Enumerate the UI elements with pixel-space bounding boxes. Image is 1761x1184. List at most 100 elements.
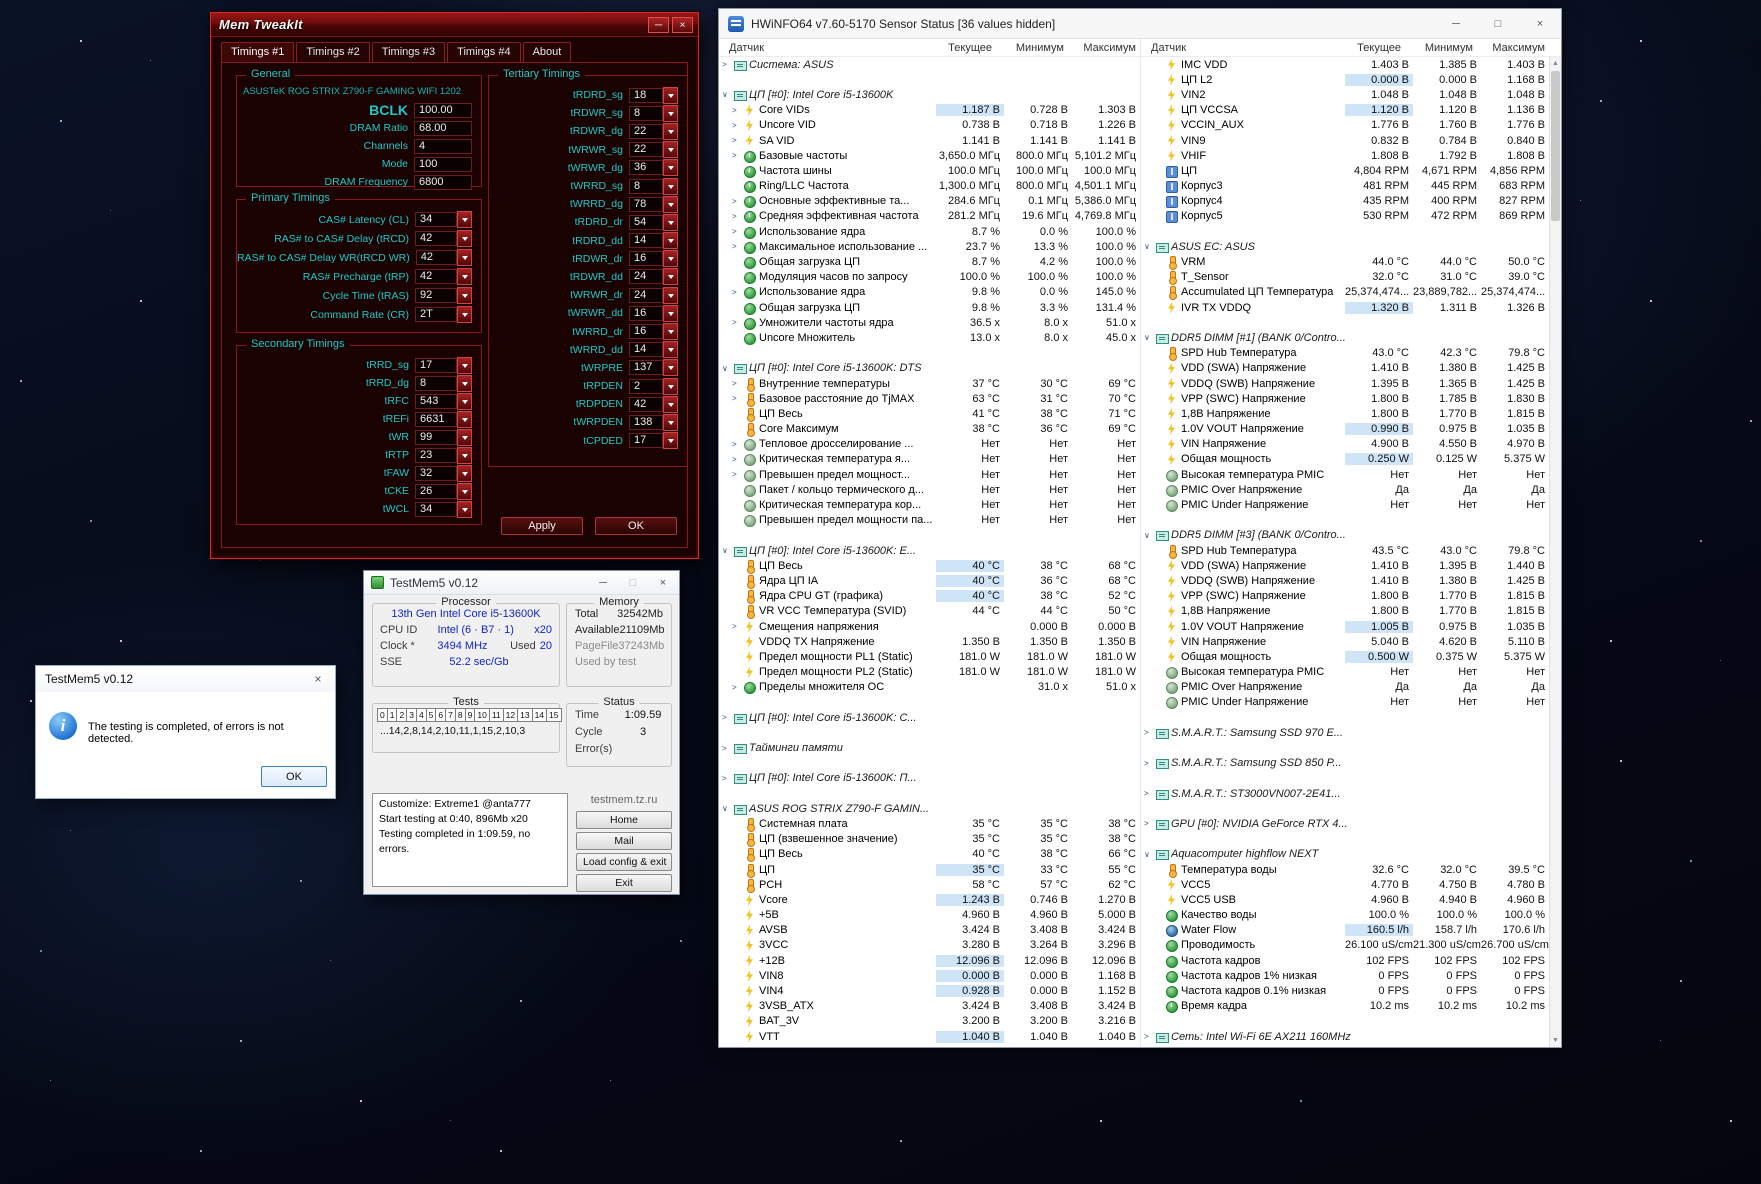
- sensor-row[interactable]: 1.0V VOUT Напряжение 0.990 В 0.975 В 1.035 …: [1141, 422, 1549, 437]
- sensor-row[interactable]: PMIC Over Напряжение Да Да Да: [1141, 680, 1549, 695]
- sensor-row[interactable]: 1,8В Напряжение 1.800 В 1.770 В 1.815 В: [1141, 604, 1549, 619]
- timing-value[interactable]: 26: [415, 483, 457, 499]
- dropdown-arrow-icon[interactable]: [457, 356, 472, 374]
- timing-value[interactable]: 16: [629, 251, 663, 267]
- timing-value[interactable]: 8: [415, 375, 457, 391]
- column-header-sensor[interactable]: Датчик: [1141, 42, 1333, 54]
- sensor-row[interactable]: VIN8 0.000 В 0.000 В 1.168 В: [719, 968, 1140, 983]
- collapse-icon[interactable]: ∨: [722, 90, 733, 99]
- sensor-row[interactable]: IVR TX VDDQ 1.320 В 1.311 В 1.326 В: [1141, 300, 1549, 315]
- sensor-group-row[interactable]: > ЦП [#0]: Intel Core i5-13600K: C...: [719, 710, 1140, 725]
- timing-value[interactable]: 42: [415, 269, 457, 284]
- dropdown-arrow-icon[interactable]: [663, 177, 678, 195]
- sensor-row[interactable]: Пакет / кольцо термического д... Нет Нет Не…: [719, 482, 1140, 497]
- timing-value[interactable]: 8: [629, 178, 663, 194]
- sensor-row[interactable]: Корпус5 530 RPM 472 RPM 869 RPM: [1141, 209, 1549, 224]
- dropdown-arrow-icon[interactable]: [663, 413, 678, 431]
- sensor-row[interactable]: Критическая температура кор... Нет Нет Нет: [719, 497, 1140, 513]
- expand-icon[interactable]: >: [732, 136, 743, 145]
- dropdown-arrow-icon[interactable]: [457, 500, 472, 518]
- sensor-row[interactable]: VDD (SWA) Напряжение 1.410 В 1.395 В 1.440 …: [1141, 558, 1549, 573]
- timing-value[interactable]: 42: [415, 231, 457, 246]
- expand-icon[interactable]: >: [732, 394, 743, 403]
- expand-icon[interactable]: >: [732, 470, 743, 479]
- column-header-minimum[interactable]: Минимум: [1405, 42, 1477, 54]
- test-number-cell[interactable]: 15: [546, 708, 562, 722]
- expand-icon[interactable]: >: [732, 242, 743, 251]
- timing-value[interactable]: 42: [629, 396, 663, 412]
- expand-icon[interactable]: >: [1144, 789, 1155, 798]
- sensor-row[interactable]: > Средняя эффективная частота 281.2 МГц 19.…: [719, 209, 1140, 224]
- timing-value[interactable]: 100: [414, 156, 472, 172]
- sensor-row[interactable]: Превышен предел мощности па... Нет Нет Нет: [719, 513, 1140, 528]
- timing-value[interactable]: 22: [629, 142, 663, 158]
- collapse-icon[interactable]: ∨: [1144, 850, 1155, 859]
- sensor-row[interactable]: ЦП Весь 40 °C 38 °C 68 °C: [719, 558, 1140, 574]
- sensor-row[interactable]: 1.0V VOUT Напряжение 1.005 В 0.975 В 1.035 …: [1141, 619, 1549, 634]
- sensor-row[interactable]: VIN Напряжение 4.900 В 4.550 В 4.970 В: [1141, 437, 1549, 452]
- sensor-group-row[interactable]: > S.M.A.R.T.: Samsung SSD 970 E...: [1141, 725, 1549, 740]
- dropdown-arrow-icon[interactable]: [663, 377, 678, 395]
- test-number-cell[interactable]: 12: [502, 708, 519, 722]
- expand-icon[interactable]: >: [1144, 728, 1155, 737]
- timing-value[interactable]: 6631: [415, 411, 457, 427]
- close-button[interactable]: ×: [303, 672, 333, 686]
- timing-value[interactable]: 17: [415, 357, 457, 373]
- dropdown-arrow-icon[interactable]: [663, 395, 678, 413]
- timing-value[interactable]: 137: [629, 360, 663, 376]
- dropdown-arrow-icon[interactable]: [663, 268, 678, 286]
- collapse-icon[interactable]: ∨: [722, 364, 733, 373]
- sensor-row[interactable]: Общая мощность 0.500 W 0.375 W 5.375 W: [1141, 649, 1549, 664]
- sensor-row[interactable]: VR VCC Температура (SVID) 44 °C 44 °C 50 °C: [719, 604, 1140, 620]
- sensor-row[interactable]: IMC VDD 1.403 В 1.385 В 1.403 В: [1141, 57, 1549, 72]
- sensor-row[interactable]: Ядра CPU GT (графика) 40 °C 38 °C 52 °C: [719, 589, 1140, 605]
- sensor-row[interactable]: Частота кадров 102 FPS 102 FPS 102 FPS: [1141, 953, 1549, 968]
- sensor-row[interactable]: Качество воды 100.0 % 100.0 % 100.0 %: [1141, 908, 1549, 923]
- sensor-group-row[interactable]: ∨ ASUS EC: ASUS: [1141, 239, 1549, 254]
- sensor-row[interactable]: ЦП L2 0.000 В 0.000 В 1.168 В: [1141, 72, 1549, 87]
- minimize-button[interactable]: ─: [1435, 9, 1477, 38]
- dropdown-arrow-icon[interactable]: [663, 250, 678, 268]
- dropdown-arrow-icon[interactable]: [663, 359, 678, 377]
- home-button[interactable]: Home: [576, 811, 672, 829]
- timing-value[interactable]: 16: [629, 305, 663, 321]
- dropdown-arrow-icon[interactable]: [663, 432, 678, 450]
- dialog-titlebar[interactable]: TestMem5 v0.12 ×: [36, 666, 335, 692]
- scrollbar-thumb[interactable]: [1551, 71, 1560, 221]
- timing-value[interactable]: 2T: [415, 307, 457, 322]
- dropdown-arrow-icon[interactable]: [457, 287, 472, 304]
- sensor-row[interactable]: VCC5 USB 4.960 В 4.940 В 4.960 В: [1141, 892, 1549, 907]
- sensor-row[interactable]: Core Максимум 38 °C 36 °C 69 °C: [719, 422, 1140, 438]
- dropdown-arrow-icon[interactable]: [457, 374, 472, 392]
- sensor-row[interactable]: Частота кадров 1% низкая 0 FPS 0 FPS 0 FPS: [1141, 968, 1549, 983]
- sensor-row[interactable]: VIN9 0.832 В 0.784 В 0.840 В: [1141, 133, 1549, 148]
- sensor-row[interactable]: > Внутренние температуры 37 °C 30 °C 69 °C: [719, 376, 1140, 392]
- hwinfo-titlebar[interactable]: HWiNFO64 v7.60-5170 Sensor Status [36 va…: [719, 9, 1561, 39]
- sensor-group-row[interactable]: ∨ ЦП [#0]: Intel Core i5-13600K: [719, 87, 1140, 102]
- sensor-row[interactable]: Water Flow 160.5 l/h 158.7 l/h 170.6 l/h: [1141, 923, 1549, 938]
- dropdown-arrow-icon[interactable]: [663, 286, 678, 304]
- expand-icon[interactable]: >: [732, 683, 743, 692]
- collapse-icon[interactable]: ∨: [1144, 333, 1155, 342]
- expand-icon[interactable]: >: [732, 151, 743, 160]
- sensor-row[interactable]: > Основные эффективные та... 284.6 МГц 0.1 …: [719, 194, 1140, 209]
- timing-value[interactable]: 32: [415, 465, 457, 481]
- close-button[interactable]: ×: [672, 16, 693, 33]
- sensor-row[interactable]: Общая мощность 0.250 W 0.125 W 5.375 W: [1141, 452, 1549, 467]
- sensor-group-row[interactable]: > GPU [#0]: NVIDIA GeForce RTX 4...: [1141, 816, 1549, 831]
- timing-value[interactable]: 100.00: [414, 102, 472, 118]
- sensor-row[interactable]: Ring/LLC Частота 1,300.0 МГц 800.0 МГц 4,50…: [719, 179, 1140, 194]
- sensor-row[interactable]: > Превышен предел мощност... Нет Нет Нет: [719, 467, 1140, 482]
- column-header-minimum[interactable]: Минимум: [996, 42, 1068, 54]
- sensor-row[interactable]: 3VSB_ATX 3.424 В 3.408 В 3.424 В: [719, 999, 1140, 1014]
- mail-button[interactable]: Mail: [576, 832, 672, 850]
- test-number-cell[interactable]: 10: [474, 708, 490, 722]
- close-button[interactable]: ×: [651, 577, 675, 589]
- dropdown-arrow-icon[interactable]: [457, 230, 472, 247]
- timing-value[interactable]: 16: [629, 324, 663, 340]
- dropdown-arrow-icon[interactable]: [663, 341, 678, 359]
- sensor-row[interactable]: Проводимость 26.100 uS/cm 21.300 uS/cm 26.7…: [1141, 938, 1549, 953]
- timing-value[interactable]: 68.00: [414, 120, 472, 136]
- sensor-row[interactable]: VDD (SWA) Напряжение 1.410 В 1.380 В 1.425 …: [1141, 361, 1549, 376]
- timing-value[interactable]: 14: [629, 342, 663, 358]
